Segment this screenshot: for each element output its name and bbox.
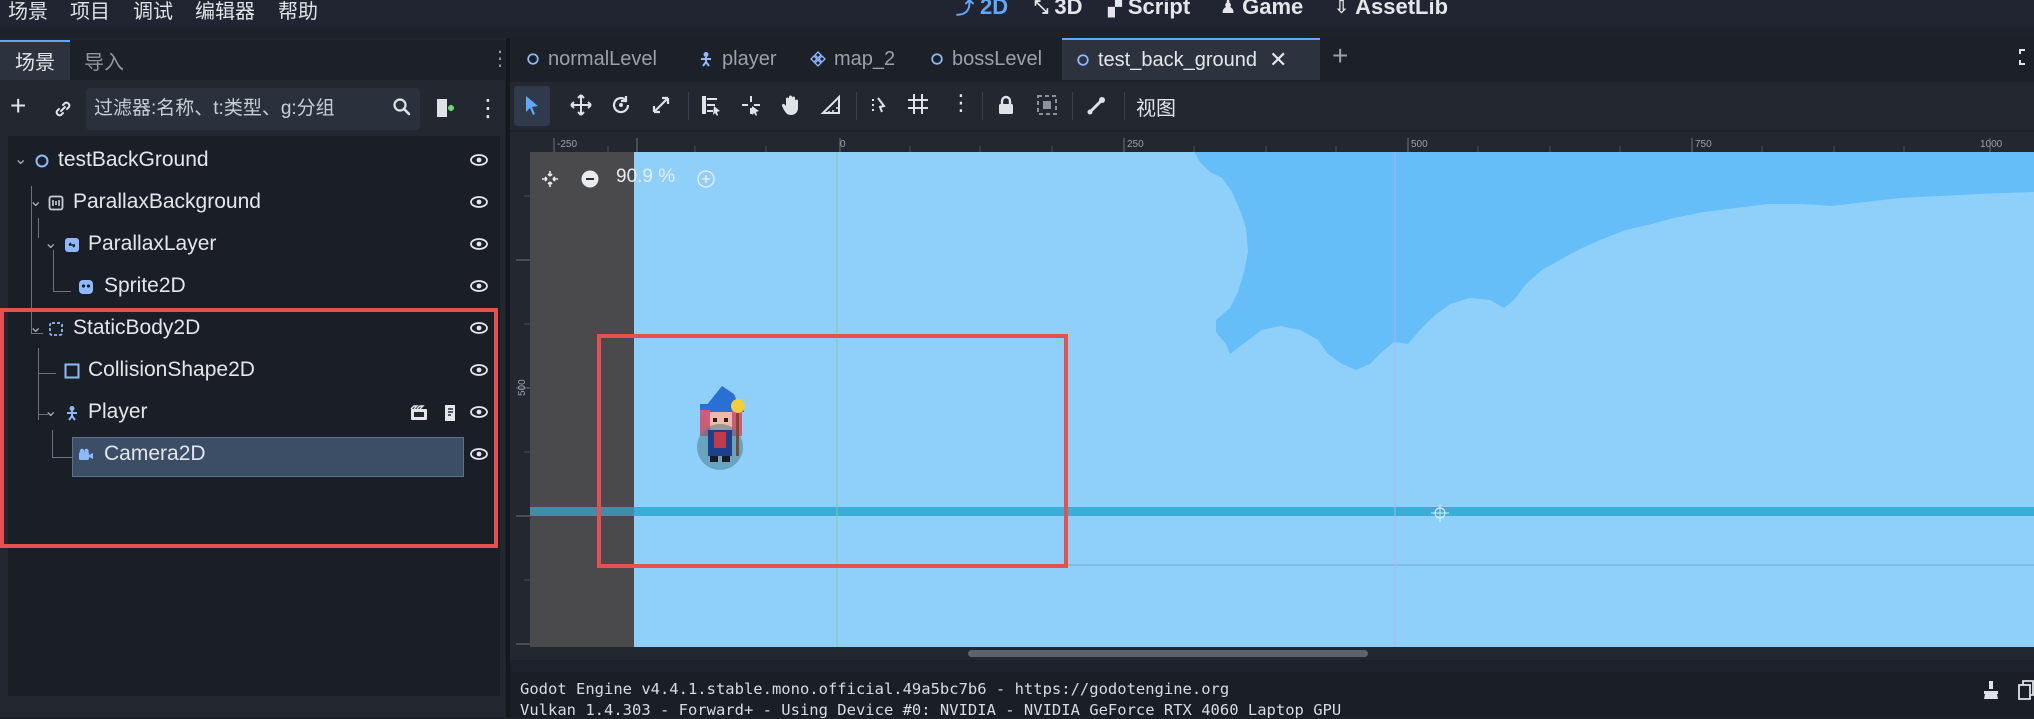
ruler-label: 250 [1127,139,1144,150]
scale-mode-icon[interactable] [650,94,672,121]
clear-output-icon[interactable] [1982,680,2000,705]
ruler-label: 0 [840,139,846,150]
script-icon: ▞ [1108,0,1122,17]
tree-item-testbackground[interactable]: ⌄ testBackGround [8,141,500,183]
zoom-level[interactable]: 90.9 % [616,166,675,188]
pivot-mode-icon[interactable] [740,94,762,121]
ruler-label: 500 [1411,139,1428,150]
scene-tab-test-back-ground[interactable]: test_back_ground ✕ [1062,38,1320,80]
output-log-line: Godot Engine v4.4.1.stable.mono.official… [520,680,1230,698]
visibility-eye-icon[interactable] [470,280,488,292]
rotate-mode-icon[interactable] [610,94,632,121]
character-body-icon [701,52,711,67]
parallax-background-icon [48,195,64,211]
sprite2d-icon [79,280,93,294]
grid-snap-icon[interactable] [906,92,930,121]
group-icon[interactable] [1036,94,1058,121]
move-mode-icon[interactable] [570,94,592,121]
ruler-label: 1000 [1980,139,2003,150]
menu-project[interactable]: 项目 [70,0,110,24]
distraction-free-icon[interactable] [2018,48,2034,71]
add-scene-tab-icon[interactable]: + [1332,40,1348,72]
scene-options-icon[interactable]: ⋮ [476,94,500,123]
menu-help[interactable]: 帮助 [278,0,318,24]
panel-splitter[interactable] [510,660,2034,672]
workspace-script-button[interactable]: ▞ Script [1108,0,1190,20]
tree-item-parallaxbackground[interactable]: ⌄ ParallaxBackground [8,183,500,225]
2d-icon: ⤴ [956,0,974,18]
workspace-3d-button[interactable]: ⤡ 3D [1034,0,1083,20]
chevron-down-icon[interactable]: ⌄ [44,233,57,253]
toolbar-separator [982,92,983,120]
node2d-icon [1077,54,1089,66]
zoom-out-icon[interactable] [581,170,599,193]
center-view-icon[interactable] [541,170,559,193]
attach-script-icon[interactable] [432,96,456,125]
annotation-highlight-tree [0,308,498,548]
list-select-icon[interactable] [700,94,722,121]
toolbar-separator [1124,92,1125,120]
dock-tab-scene[interactable]: 场景 [15,46,55,75]
tilemap-icon [810,51,826,67]
scene-tab-bosslevel[interactable]: bossLevel [918,38,1058,80]
node2d-icon [35,154,49,168]
toolbar-separator [1072,92,1073,120]
snap-options-icon[interactable]: ⋮ [950,90,972,116]
viewport-toolbar [510,82,2034,130]
node2d-icon [931,53,943,65]
visibility-eye-icon[interactable] [470,238,488,250]
annotation-highlight-player [597,334,1068,568]
toolbar-separator [688,92,689,120]
dock-tab-active-indicator [0,40,70,42]
toolbar-separator [856,92,857,120]
view-menu-button[interactable]: 视图 [1136,92,1176,121]
menu-bar: 场景 项目 调试 编辑器 帮助 ⤴ 2D ⤡ 3D ▞ Script ♟ Game ⇩ A… [0,0,2034,28]
search-icon [392,97,412,122]
close-icon[interactable]: ✕ [1269,47,1287,73]
dock-tab-import[interactable]: 导入 [84,46,124,75]
smart-snap-icon[interactable] [868,94,890,121]
menu-scene[interactable]: 场景 [8,0,48,24]
scene-tab-map2[interactable]: map_2 [800,38,910,80]
visibility-eye-icon[interactable] [470,154,488,166]
bone-tool-icon[interactable] [1086,94,1108,121]
workspace-game-button[interactable]: ♟ Game [1220,0,1303,20]
workspace-assetlib-button[interactable]: ⇩ AssetLib [1334,0,1448,20]
scene-tab-player[interactable]: player [688,38,798,80]
3d-icon: ⤡ [1034,0,1049,17]
visibility-eye-icon[interactable] [470,196,488,208]
ruler-mode-icon[interactable] [820,94,842,121]
pan-mode-icon[interactable] [780,94,802,121]
ruler-label: 500 [517,379,528,396]
link-icon[interactable] [52,98,74,125]
node2d-icon [527,53,539,65]
parallax-layer-icon [65,238,79,252]
scene-tab-normallevel[interactable]: normalLevel [514,38,674,80]
workspace-2d-button[interactable]: ⤴ 2D [956,0,1008,20]
horizontal-scrollbar[interactable] [968,650,1368,657]
add-node-icon[interactable]: + [10,92,26,120]
dock-tab-bar [0,40,505,80]
chevron-down-icon[interactable]: ⌄ [14,149,27,169]
copy-output-icon[interactable] [2018,680,2034,705]
filter-input[interactable] [94,88,364,130]
ruler-label: -250 [557,139,577,150]
tree-item-sprite2d[interactable]: Sprite2D [8,267,500,309]
game-icon: ♟ [1220,0,1237,17]
select-mode-icon[interactable] [522,94,542,121]
ruler-horizontal [510,132,2034,152]
assetlib-icon: ⇩ [1334,0,1350,17]
ruler-label: 750 [1695,139,1712,150]
menu-editor[interactable]: 编辑器 [195,0,255,24]
lock-icon[interactable] [996,94,1016,121]
output-log-line: Vulkan 1.4.303 - Forward+ - Using Device… [520,701,1342,719]
zoom-in-icon[interactable] [697,170,715,193]
menu-debug[interactable]: 调试 [133,0,173,24]
tree-item-parallaxlayer[interactable]: ⌄ ParallaxLayer [8,225,500,267]
chevron-down-icon[interactable]: ⌄ [29,191,42,211]
filter-box [86,88,420,130]
